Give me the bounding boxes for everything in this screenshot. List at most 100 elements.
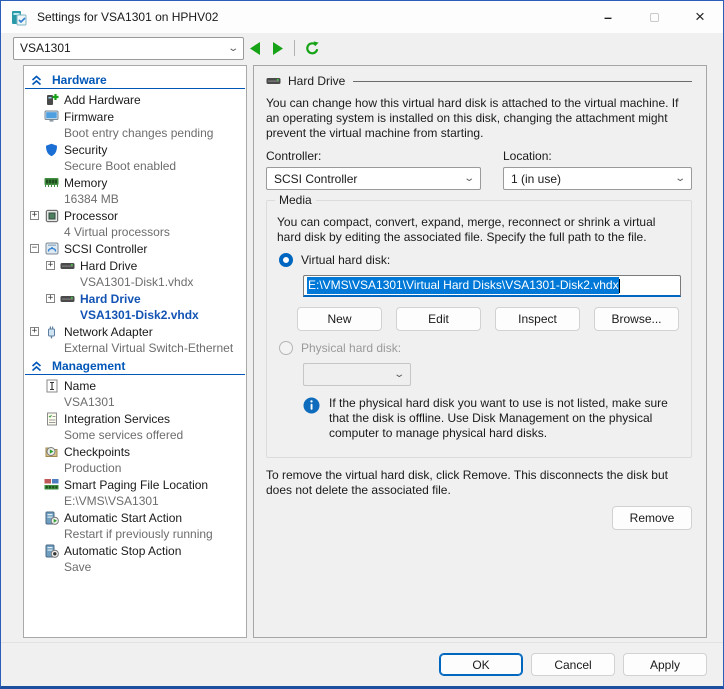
radio-disabled-icon bbox=[279, 341, 293, 355]
sidebar-subtext-hard-drive-1: VSA1301-Disk1.vhdx bbox=[24, 274, 246, 290]
firmware-icon bbox=[44, 110, 59, 124]
remove-note-text: To remove the virtual hard disk, click R… bbox=[266, 468, 692, 498]
remove-button[interactable]: Remove bbox=[612, 506, 692, 530]
security-shield-icon bbox=[44, 143, 59, 157]
hyperv-settings-icon bbox=[11, 9, 28, 26]
settings-tree: Hardware Add Hardware bbox=[23, 65, 247, 638]
navigate-forward-button[interactable] bbox=[266, 37, 288, 59]
new-button[interactable]: New bbox=[297, 307, 382, 331]
header-rule bbox=[353, 81, 692, 82]
panel-header: Hard Drive bbox=[266, 74, 692, 88]
integration-services-icon bbox=[44, 412, 59, 426]
maximize-button bbox=[631, 1, 677, 33]
chevrons-up-icon bbox=[31, 361, 42, 372]
virtual-disk-path-input[interactable]: E:\VMS\VSA1301\Virtual Hard Disks\VSA130… bbox=[303, 275, 681, 297]
add-hardware-icon bbox=[44, 93, 59, 107]
edit-button[interactable]: Edit bbox=[396, 307, 481, 331]
browse-button[interactable]: Browse... bbox=[594, 307, 679, 331]
physical-disk-info-text: If the physical hard disk you want to us… bbox=[329, 396, 681, 441]
section-header-hardware[interactable]: Hardware bbox=[25, 70, 245, 89]
checkpoints-icon bbox=[44, 445, 59, 459]
toolbar-separator bbox=[294, 40, 295, 56]
physical-disk-dropdown: ⌄ bbox=[303, 363, 411, 386]
toolbar: VSA1301 ⌄ bbox=[1, 33, 723, 63]
sidebar-item-auto-start[interactable]: Automatic Start Action bbox=[24, 509, 246, 526]
sidebar-item-hard-drive-2-selected[interactable]: + Hard Drive bbox=[24, 290, 246, 307]
sidebar-subtext-security: Secure Boot enabled bbox=[24, 158, 246, 174]
sidebar-item-hard-drive-1[interactable]: + Hard Drive bbox=[24, 257, 246, 274]
info-row: If the physical hard disk you want to us… bbox=[303, 396, 681, 441]
virtual-hard-disk-radio-row[interactable]: Virtual hard disk: bbox=[279, 253, 681, 267]
physical-hard-disk-radio-row: Physical hard disk: bbox=[279, 341, 681, 355]
inspect-button[interactable]: Inspect bbox=[495, 307, 580, 331]
dialog-footer: OK Cancel Apply bbox=[1, 642, 723, 686]
minimize-button[interactable]: – bbox=[585, 1, 631, 33]
ok-button[interactable]: OK bbox=[439, 653, 523, 676]
refresh-button[interactable] bbox=[301, 37, 323, 59]
cancel-button[interactable]: Cancel bbox=[531, 653, 615, 676]
panel-intro-text: You can change how this virtual hard dis… bbox=[266, 96, 692, 141]
sidebar-subtext-checkpoints: Production bbox=[24, 460, 246, 476]
panel-title: Hard Drive bbox=[288, 74, 345, 88]
expander-plus-icon[interactable]: + bbox=[46, 261, 55, 270]
processor-icon bbox=[44, 209, 59, 223]
virtual-hard-disk-radio-label: Virtual hard disk: bbox=[301, 253, 390, 267]
chevron-down-icon: ⌄ bbox=[227, 43, 239, 54]
sidebar-item-security[interactable]: Security bbox=[24, 141, 246, 158]
sidebar-item-processor[interactable]: + Processor bbox=[24, 207, 246, 224]
hard-drive-settings-panel: Hard Drive You can change how this virtu… bbox=[253, 65, 707, 638]
section-label: Management bbox=[52, 359, 125, 373]
vm-selector-value: VSA1301 bbox=[20, 41, 71, 55]
title-bar: Settings for VSA1301 on HPHV02 – × bbox=[1, 1, 723, 33]
media-intro-text: You can compact, convert, expand, merge,… bbox=[277, 215, 681, 245]
sidebar-subtext-hard-drive-2: VSA1301-Disk2.vhdx bbox=[24, 307, 246, 323]
sidebar-item-network-adapter[interactable]: + Network Adapter bbox=[24, 323, 246, 340]
media-groupbox-legend: Media bbox=[275, 193, 316, 207]
hard-drive-icon bbox=[266, 76, 281, 86]
media-groupbox: Media You can compact, convert, expand, … bbox=[266, 200, 692, 458]
navigate-back-button[interactable] bbox=[244, 37, 266, 59]
sidebar-subtext-auto-start: Restart if previously running bbox=[24, 526, 246, 542]
controller-dropdown[interactable]: SCSI Controller ⌄ bbox=[266, 167, 481, 190]
text-caret bbox=[619, 279, 620, 293]
location-dropdown[interactable]: 1 (in use) ⌄ bbox=[503, 167, 692, 190]
sidebar-item-smart-paging[interactable]: Smart Paging File Location bbox=[24, 476, 246, 493]
main-area: Hardware Add Hardware bbox=[1, 63, 723, 642]
info-icon bbox=[303, 397, 320, 441]
hard-drive-icon bbox=[60, 259, 75, 273]
hard-drive-icon bbox=[60, 292, 75, 306]
location-label: Location: bbox=[503, 149, 692, 163]
section-header-management[interactable]: Management bbox=[25, 356, 245, 375]
auto-start-icon bbox=[44, 511, 59, 525]
chevron-down-icon: ⌄ bbox=[393, 369, 405, 380]
vm-selector-dropdown[interactable]: VSA1301 ⌄ bbox=[13, 37, 244, 60]
radio-checked-icon[interactable] bbox=[279, 253, 293, 267]
sidebar-item-name[interactable]: Name bbox=[24, 377, 246, 394]
close-button[interactable]: × bbox=[677, 1, 723, 33]
expander-minus-icon[interactable]: − bbox=[30, 244, 39, 253]
sidebar-subtext-name: VSA1301 bbox=[24, 394, 246, 410]
expander-plus-icon[interactable]: + bbox=[30, 211, 39, 220]
expander-plus-icon[interactable]: + bbox=[30, 327, 39, 336]
expander-plus-icon[interactable]: + bbox=[46, 294, 55, 303]
refresh-icon bbox=[305, 41, 320, 56]
sidebar-item-checkpoints[interactable]: Checkpoints bbox=[24, 443, 246, 460]
apply-button[interactable]: Apply bbox=[623, 653, 707, 676]
sidebar-subtext-memory: 16384 MB bbox=[24, 191, 246, 207]
sidebar-item-memory[interactable]: Memory bbox=[24, 174, 246, 191]
sidebar-subtext-smart-paging: E:\VMS\VSA1301 bbox=[24, 493, 246, 509]
name-icon bbox=[44, 379, 59, 393]
sidebar-item-auto-stop[interactable]: Automatic Stop Action bbox=[24, 542, 246, 559]
sidebar-item-scsi-controller[interactable]: − SCSI Controller bbox=[24, 240, 246, 257]
sidebar-subtext-processor: 4 Virtual processors bbox=[24, 224, 246, 240]
sidebar-item-add-hardware[interactable]: Add Hardware bbox=[24, 91, 246, 108]
window-title: Settings for VSA1301 on HPHV02 bbox=[37, 10, 585, 24]
sidebar-item-integration-services[interactable]: Integration Services bbox=[24, 410, 246, 427]
controller-label: Controller: bbox=[266, 149, 481, 163]
controller-value: SCSI Controller bbox=[274, 172, 357, 186]
back-arrow-icon bbox=[250, 42, 261, 55]
chevrons-up-icon bbox=[31, 75, 42, 86]
forward-arrow-icon bbox=[272, 42, 283, 55]
sidebar-item-firmware[interactable]: Firmware bbox=[24, 108, 246, 125]
sidebar-subtext-auto-stop: Save bbox=[24, 559, 246, 575]
